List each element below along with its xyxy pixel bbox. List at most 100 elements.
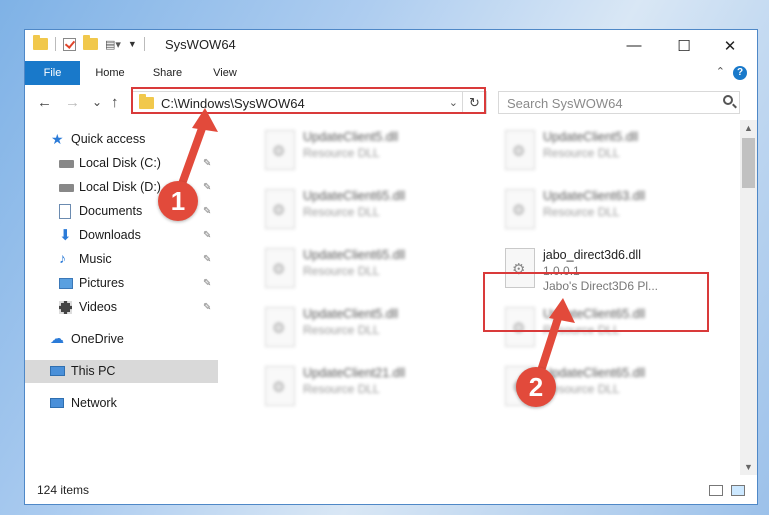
tab-share[interactable]: Share [145,61,190,85]
sidebar-item-label: Quick access [71,132,146,146]
item-count: 124 items [37,483,90,497]
pin-icon[interactable]: ✎ [203,182,211,193]
forward-button[interactable]: → [65,94,80,111]
sidebar-item-label: Local Disk (D:) [79,180,161,194]
file-description: Resource DLL [303,205,380,219]
separator [143,37,145,51]
file-description: Resource DLL [543,146,620,160]
file-name: UpdateClient65.dll [303,248,406,262]
sidebar-item-label: Videos [79,300,117,314]
search-input[interactable]: Search SysWOW64 [507,96,623,111]
dll-file-icon [265,130,295,170]
file-item[interactable]: UpdateClient5.dll Resource DLL [253,301,473,356]
sidebar-item-label: OneDrive [71,332,124,346]
dll-file-icon [265,189,295,229]
sidebar-item-label: Music [79,252,112,266]
pin-icon[interactable]: ✎ [203,230,211,241]
step-badge-1: 1 [158,181,198,221]
dll-file-icon [265,248,295,288]
sidebar-item-label: Documents [79,204,143,218]
up-button[interactable]: ↑ [111,94,119,111]
download-icon: ⬇ [59,227,72,244]
sidebar-item-pictures[interactable]: Pictures ✎ [25,272,218,295]
pin-icon[interactable]: ✎ [203,302,211,313]
sidebar-item-network[interactable]: Network [25,392,218,415]
file-name: UpdateClient5.dll [303,130,399,144]
vertical-scrollbar[interactable]: ▲ ▼ [740,120,757,475]
sidebar-item-label: Pictures [79,276,125,290]
file-item[interactable]: UpdateClient21.dll Resource DLL [253,360,473,415]
highlight-box-file [483,272,709,332]
cloud-icon: ☁ [50,330,64,346]
help-icon[interactable]: ? [733,66,747,80]
window-title: SysWOW64 [165,37,236,52]
scroll-thumb[interactable] [742,138,755,188]
navigation-pane: ★ Quick access Local Disk (C:) ✎ Local D… [25,120,218,475]
pin-icon[interactable]: ✎ [203,206,211,217]
sidebar-item-label: Network [71,396,117,410]
ribbon: File Home Share View ⌃ ? [25,61,757,116]
highlight-box-address [131,87,486,114]
file-name: UpdateClient65.dll [303,189,406,203]
close-button[interactable]: ✕ [707,30,753,61]
large-icons-view-icon[interactable] [731,485,745,496]
tab-home[interactable]: Home [89,61,131,85]
dll-file-icon [265,307,295,347]
star-icon: ★ [51,131,64,147]
details-view-icon[interactable] [709,485,723,496]
properties-icon[interactable] [63,37,76,51]
music-icon: ♪ [59,250,66,266]
minimize-button[interactable]: — [611,30,657,61]
file-name: UpdateClient21.dll [303,366,406,380]
sidebar-item-downloads[interactable]: ⬇ Downloads ✎ [25,224,218,247]
status-bar: 124 items [25,475,757,504]
sidebar-item-label: This PC [71,364,116,378]
file-name: UpdateClient5.dll [303,307,399,321]
pin-icon[interactable]: ✎ [203,158,211,169]
sidebar-item-label: Downloads [79,228,141,242]
file-item[interactable]: UpdateClient65.dll Resource DLL [253,183,473,238]
back-button[interactable]: ← [37,94,52,111]
pin-icon[interactable]: ✎ [203,278,211,289]
sidebar-item-this-pc[interactable]: This PC [25,360,218,383]
separator [55,37,56,51]
new-folder-icon[interactable] [83,35,98,50]
network-icon [50,398,64,408]
file-item[interactable]: UpdateClient63.dll Resource DLL [493,183,713,238]
file-description: Resource DLL [543,205,620,219]
drive-icon [59,160,74,168]
pictures-icon [59,278,73,289]
toolbar-dropdown-icon[interactable]: ▼ [128,39,137,49]
file-item[interactable]: UpdateClient65.dll Resource DLL [253,242,473,297]
sidebar-item-music[interactable]: ♪ Music ✎ [25,248,218,271]
dll-file-icon [505,189,535,229]
tab-view[interactable]: View [205,61,245,85]
search-box[interactable]: Search SysWOW64 [498,91,740,114]
file-description: Resource DLL [303,264,380,278]
sidebar-item-local-disk-c[interactable]: Local Disk (C:) ✎ [25,152,218,175]
sidebar-item-onedrive[interactable]: ☁ OneDrive [25,328,218,351]
maximize-button[interactable]: ☐ [661,30,707,61]
dll-file-icon [265,366,295,406]
file-description: Resource DLL [303,323,380,337]
documents-icon [59,204,71,219]
customize-toolbar-icon[interactable]: ▤▾ [105,38,121,51]
folder-icon [33,35,48,50]
file-name: UpdateClient65.dll [543,366,646,380]
sidebar-item-quick-access[interactable]: ★ Quick access [25,128,218,151]
sidebar-item-videos[interactable]: Videos ✎ [25,296,218,319]
file-description: Resource DLL [303,146,380,160]
file-item[interactable]: UpdateClient5.dll Resource DLL [253,124,473,179]
file-name: jabo_direct3d6.dll [543,248,641,262]
pin-icon[interactable]: ✎ [203,254,211,265]
computer-icon [50,366,65,376]
scroll-up-icon[interactable]: ▲ [740,120,757,136]
drive-icon [59,184,74,192]
collapse-ribbon-icon[interactable]: ⌃ [716,65,725,78]
scroll-down-icon[interactable]: ▼ [740,459,757,475]
search-icon[interactable] [723,95,733,105]
file-name: UpdateClient63.dll [543,189,646,203]
recent-locations-button[interactable]: ⌄ [92,95,102,109]
file-item[interactable]: UpdateClient5.dll Resource DLL [493,124,713,179]
file-name: UpdateClient5.dll [543,130,639,144]
